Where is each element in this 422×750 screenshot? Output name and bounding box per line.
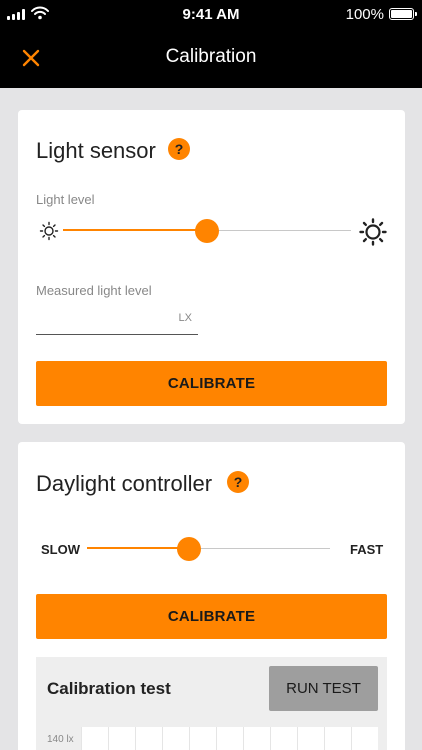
unit-label: LX: [178, 312, 192, 324]
light-sensor-calibrate-button[interactable]: CALIBRATE: [36, 361, 387, 406]
slow-label: SLOW: [41, 542, 80, 557]
calibration-test-panel: Calibration test RUN TEST 140 lx: [36, 657, 387, 750]
close-button[interactable]: [17, 44, 45, 72]
calibration-test-title: Calibration test: [47, 679, 171, 698]
battery-percentage: 100%: [345, 6, 384, 23]
sun-large-icon: [359, 218, 387, 246]
slider-fill: [87, 547, 190, 549]
battery-icon: [389, 8, 417, 20]
sun-small-icon: [39, 221, 59, 241]
light-sensor-title: Light sensor: [36, 138, 156, 163]
daylight-speed-slider[interactable]: [87, 537, 330, 561]
daylight-controller-card: Daylight controller ? SLOW FAST CALIBRAT…: [18, 442, 405, 750]
measured-light-level-field: LX: [36, 305, 198, 335]
slider-thumb[interactable]: [177, 537, 202, 561]
slider-fill: [63, 229, 207, 231]
daylight-controller-help-button[interactable]: ?: [227, 471, 249, 493]
slider-thumb[interactable]: [195, 219, 219, 243]
daylight-calibrate-button[interactable]: CALIBRATE: [36, 594, 387, 639]
page-title: Calibration: [165, 46, 257, 67]
navigation-bar: Calibration: [0, 28, 422, 88]
calibration-chart-grid: [81, 727, 378, 750]
light-sensor-help-button[interactable]: ?: [168, 138, 190, 160]
chart-y-axis-label: 140 lx: [47, 734, 74, 745]
close-icon: [22, 49, 40, 67]
measured-light-level-input[interactable]: [36, 305, 171, 333]
light-level-slider[interactable]: [63, 219, 351, 243]
light-sensor-card: Light sensor ? Light level Measured ligh…: [18, 110, 405, 424]
run-test-button[interactable]: RUN TEST: [269, 666, 378, 711]
daylight-controller-title: Daylight controller: [36, 471, 213, 496]
fast-label: FAST: [350, 542, 384, 557]
light-level-label: Light level: [36, 192, 95, 207]
measured-light-level-label: Measured light level: [36, 283, 152, 298]
status-bar: 9:41 AM 100%: [0, 0, 422, 28]
